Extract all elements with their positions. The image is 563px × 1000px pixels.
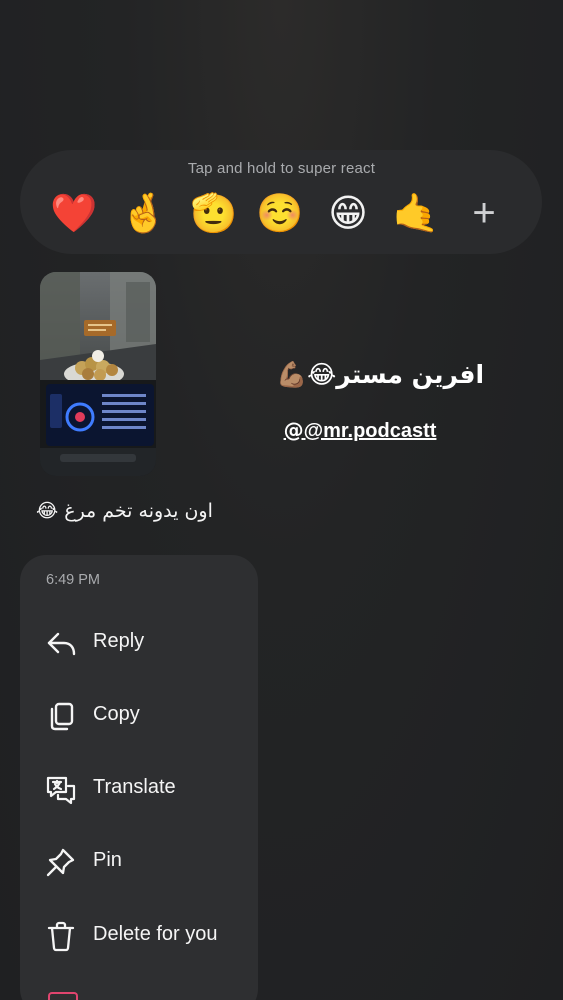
menu-item-label: Pin [93, 849, 122, 871]
emoji-row: ❤️ 🤞 🫡 ☺️ 😁 🤙 + [48, 188, 528, 238]
more-reactions-button[interactable]: + [462, 188, 506, 238]
story-mention-link[interactable]: @@mr.podcastt [230, 418, 490, 443]
story-thumbnail[interactable] [40, 272, 156, 476]
copy-icon [44, 699, 78, 733]
pin-icon [44, 845, 78, 879]
menu-item-copy[interactable]: Copy [20, 685, 258, 745]
message-bubble-text: اون یدونه تخم مرغ 😂 [36, 500, 213, 522]
report-icon[interactable] [48, 992, 78, 1000]
menu-item-delete-for-you[interactable]: Delete for you [20, 905, 258, 965]
message-timestamp: 6:49 PM [46, 572, 100, 588]
super-react-hint: Tap and hold to super react [187, 160, 376, 177]
story-handle-text: @mr.podcastt [303, 420, 437, 442]
trash-icon [44, 919, 78, 953]
menu-item-label: Translate [93, 776, 176, 798]
reaction-call-me-hand[interactable]: 🤙 [390, 188, 442, 238]
menu-item-label: Reply [93, 630, 145, 652]
reaction-heart[interactable]: ❤️ [48, 188, 100, 238]
menu-item-reply[interactable]: Reply [20, 612, 258, 672]
story-preview-image [40, 272, 156, 476]
threads-icon: @ [283, 418, 304, 442]
story-caption: افرین مستر😂💪🏽 [275, 360, 485, 389]
translate-icon [44, 772, 78, 806]
menu-item-label: Delete for you [93, 923, 218, 945]
reaction-beaming-face[interactable]: 😁 [322, 188, 374, 238]
reply-icon [44, 626, 78, 660]
menu-item-pin[interactable]: Pin [20, 831, 258, 891]
menu-item-translate[interactable]: Translate [20, 758, 258, 818]
menu-item-label: Copy [93, 703, 140, 725]
reaction-smiling-face[interactable]: ☺️ [254, 188, 306, 238]
reaction-saluting-face[interactable]: 🫡 [188, 188, 240, 238]
reaction-crossed-fingers[interactable]: 🤞 [118, 188, 170, 238]
